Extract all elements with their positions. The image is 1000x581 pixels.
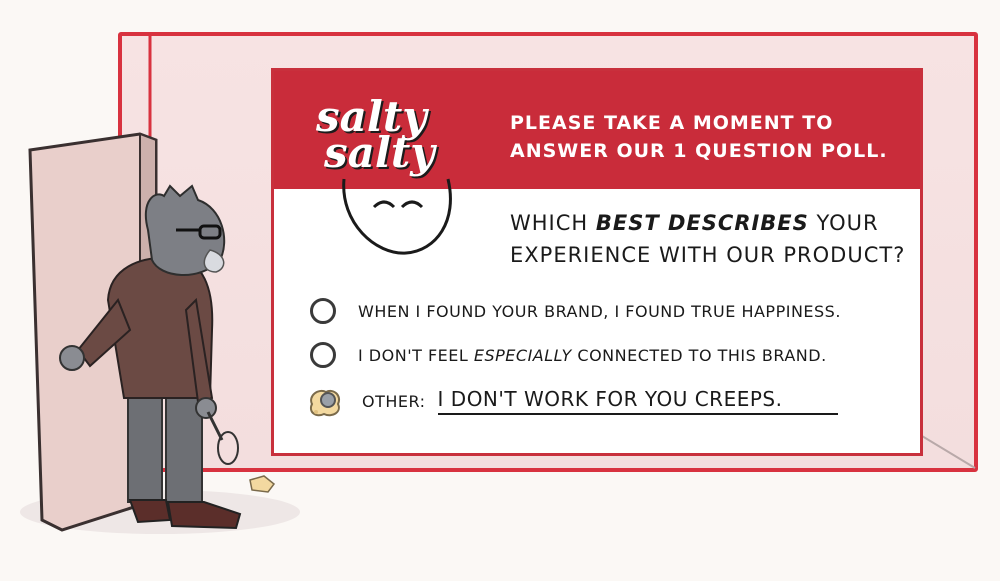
- comic-scene: salty salty PLEASE TAKE A MOMENT TO ANSW…: [0, 0, 1000, 581]
- character-illustration: [20, 132, 300, 534]
